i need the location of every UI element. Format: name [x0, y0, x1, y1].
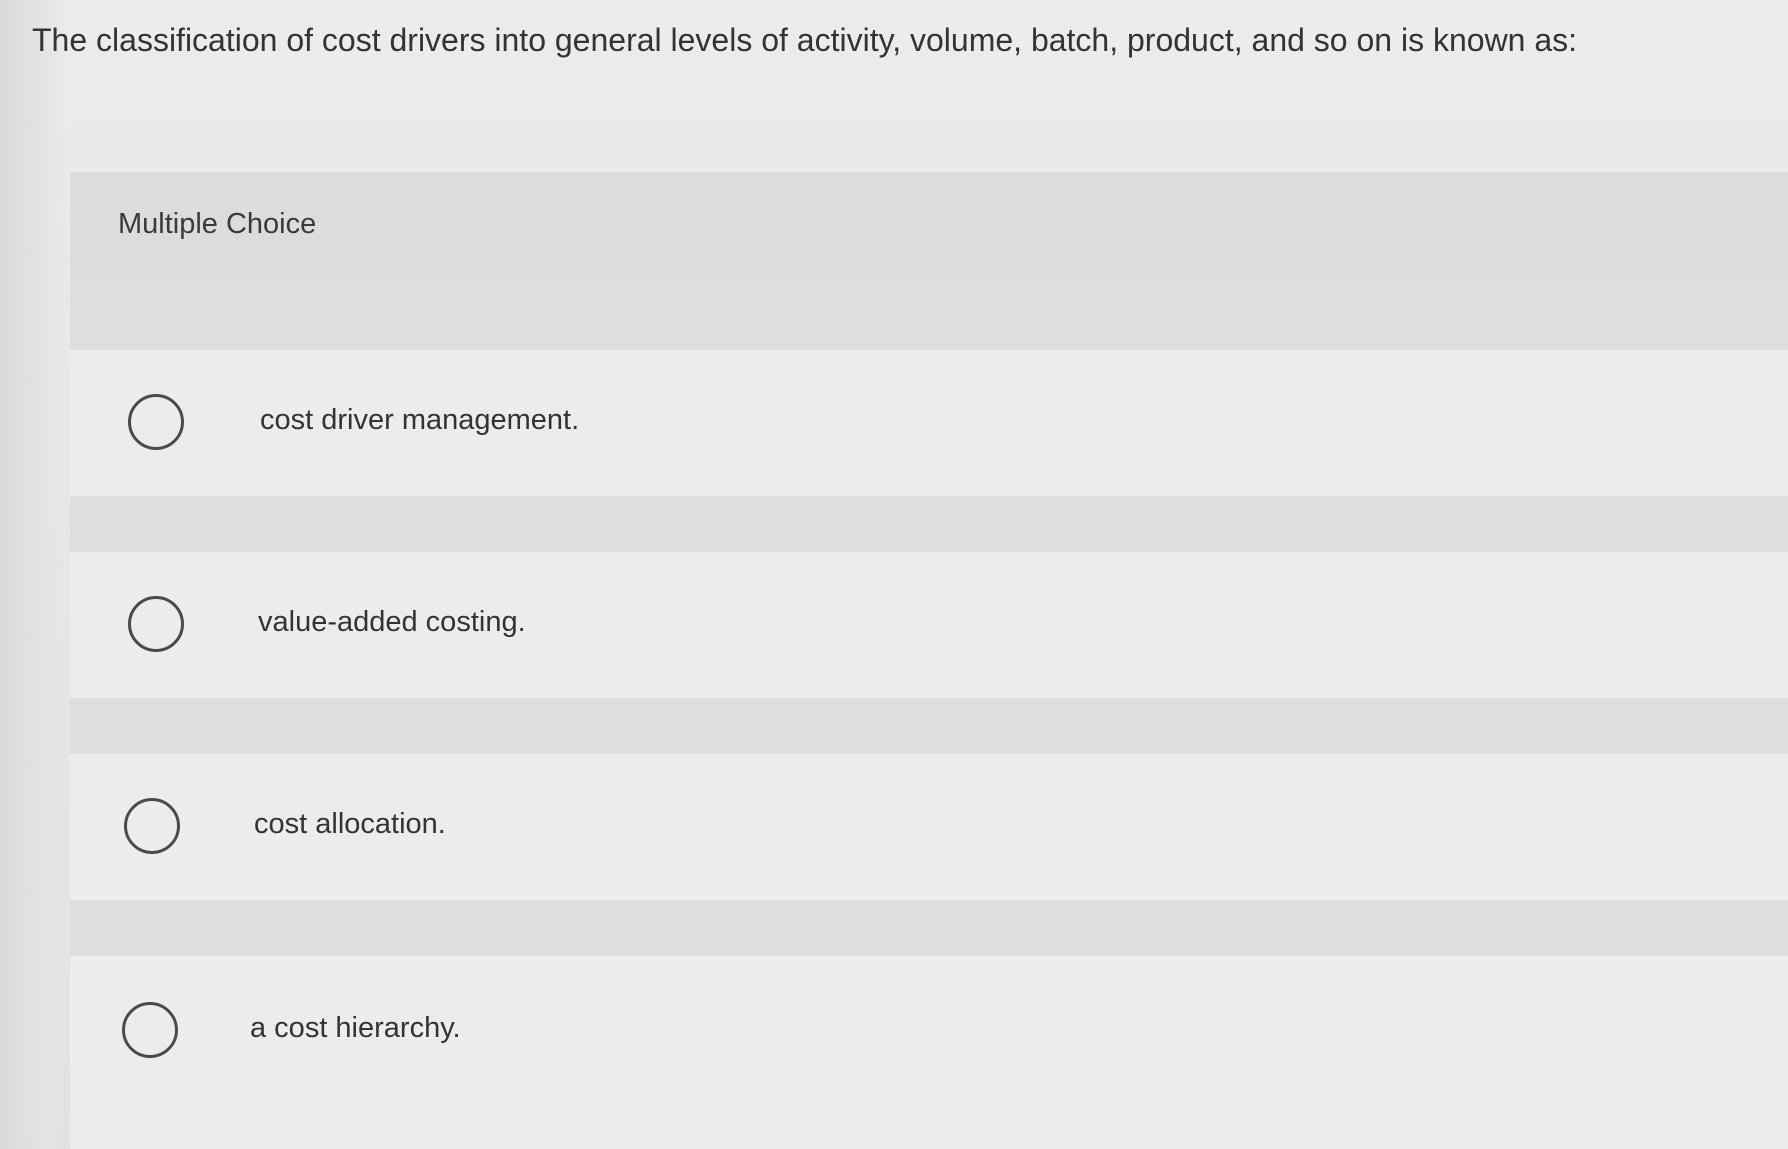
choice-label-2: value-added costing.	[258, 606, 526, 638]
divider	[70, 496, 1788, 552]
divider	[70, 698, 1788, 754]
choice-label-1: cost driver management.	[260, 404, 580, 436]
radio-button-4[interactable]	[122, 1002, 178, 1058]
question-page: The classification of cost drivers into …	[0, 0, 1788, 1149]
page-left-edge	[0, 0, 70, 1149]
choice-option-4[interactable]: a cost hierarchy.	[70, 956, 1788, 1149]
radio-button-1[interactable]	[128, 394, 184, 450]
choice-label-4: a cost hierarchy.	[250, 1012, 461, 1044]
divider	[70, 280, 1788, 350]
question-text: The classification of cost drivers into …	[32, 22, 1578, 58]
choice-option-3[interactable]: cost allocation.	[70, 754, 1788, 900]
multiple-choice-label: Multiple Choice	[118, 208, 317, 240]
radio-button-3[interactable]	[124, 798, 180, 854]
choice-label-3: cost allocation.	[254, 808, 446, 840]
multiple-choice-header: Multiple Choice	[70, 172, 1788, 280]
radio-button-2[interactable]	[128, 596, 184, 652]
choice-option-2[interactable]: value-added costing.	[70, 552, 1788, 698]
choice-option-1[interactable]: cost driver management.	[70, 350, 1788, 496]
divider	[70, 900, 1788, 956]
